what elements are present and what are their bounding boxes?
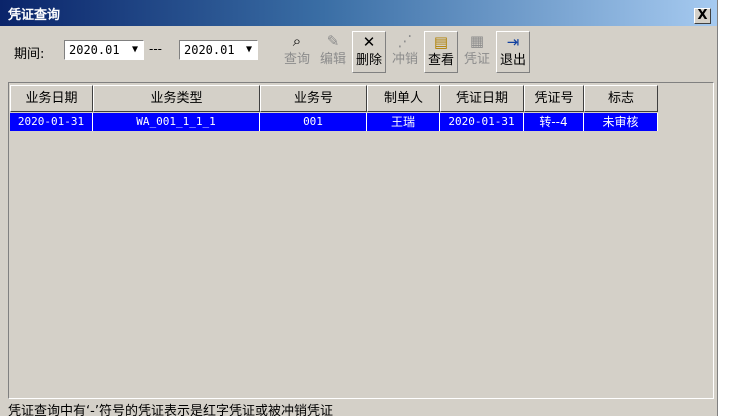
table-cell: 2020-01-31 <box>10 113 93 131</box>
period-to-select[interactable]: 2020.01 ▼ <box>179 40 258 60</box>
voucher-query-window: 凭证查询 X 期间: 2020.01 ▼ --- 2020.01 ▼ ⌕ 查询 … <box>0 0 718 416</box>
view-button[interactable]: ▤ 查看 <box>424 31 458 73</box>
column-header[interactable]: 标志 <box>584 85 658 112</box>
query-button[interactable]: ⌕ 查询 <box>280 31 314 73</box>
table-cell: 001 <box>260 113 367 131</box>
voucher-grid: 业务日期 业务类型 业务号 制单人 凭证日期 凭证号 标志 2020-01-31… <box>8 82 714 399</box>
table-cell: 王瑞 <box>367 113 440 131</box>
voucher-label: 凭证 <box>463 52 490 67</box>
title-bar[interactable]: 凭证查询 X <box>0 0 717 26</box>
reverse-label: 冲销 <box>391 52 418 67</box>
table-cell: 转--4 <box>524 113 584 131</box>
period-to-value: 2020.01 <box>184 43 235 57</box>
edit-icon: ✎ <box>326 32 340 50</box>
table-cell: 未审核 <box>584 113 658 131</box>
reverse-icon: ⋰ <box>397 32 413 50</box>
table-cell: WA_001_1_1_1 <box>93 113 260 131</box>
period-label: 期间: <box>14 47 45 62</box>
table-cell: 2020-01-31 <box>440 113 524 131</box>
reverse-button[interactable]: ⋰ 冲销 <box>388 31 422 73</box>
delete-label: 删除 <box>355 53 382 68</box>
column-header[interactable]: 业务类型 <box>93 85 260 112</box>
delete-button[interactable]: ✕ 删除 <box>352 31 386 73</box>
close-button[interactable]: X <box>694 8 711 24</box>
exit-label: 退出 <box>499 53 526 68</box>
voucher-button[interactable]: ▦ 凭证 <box>460 31 494 73</box>
chevron-down-icon: ▼ <box>131 44 138 55</box>
period-from-select[interactable]: 2020.01 ▼ <box>64 40 144 60</box>
exit-button[interactable]: ⇥ 退出 <box>496 31 530 73</box>
binoculars-icon: ⌕ <box>292 32 302 50</box>
column-header[interactable]: 业务日期 <box>10 85 93 112</box>
column-header[interactable]: 业务号 <box>260 85 367 112</box>
window-title: 凭证查询 <box>8 8 61 23</box>
column-header[interactable]: 制单人 <box>367 85 440 112</box>
edit-button[interactable]: ✎ 编辑 <box>316 31 350 73</box>
document-icon: ▤ <box>433 33 449 51</box>
toolbar: 期间: 2020.01 ▼ --- 2020.01 ▼ ⌕ 查询 ✎ 编辑 ✕ … <box>0 27 717 79</box>
view-label: 查看 <box>427 53 454 68</box>
delete-x-icon: ✕ <box>362 33 376 51</box>
exit-door-icon: ⇥ <box>506 33 520 51</box>
status-bar-text: 凭证查询中有‘-’符号的凭证表示是红字凭证或被冲销凭证 <box>8 404 333 416</box>
desktop-background <box>718 0 737 416</box>
column-header[interactable]: 凭证号 <box>524 85 584 112</box>
period-separator: --- <box>149 42 162 56</box>
voucher-icon: ▦ <box>469 32 485 50</box>
period-from-value: 2020.01 <box>69 43 120 57</box>
column-header[interactable]: 凭证日期 <box>440 85 524 112</box>
edit-label: 编辑 <box>319 52 346 67</box>
chevron-down-icon: ▼ <box>245 44 252 55</box>
query-label: 查询 <box>283 52 310 67</box>
